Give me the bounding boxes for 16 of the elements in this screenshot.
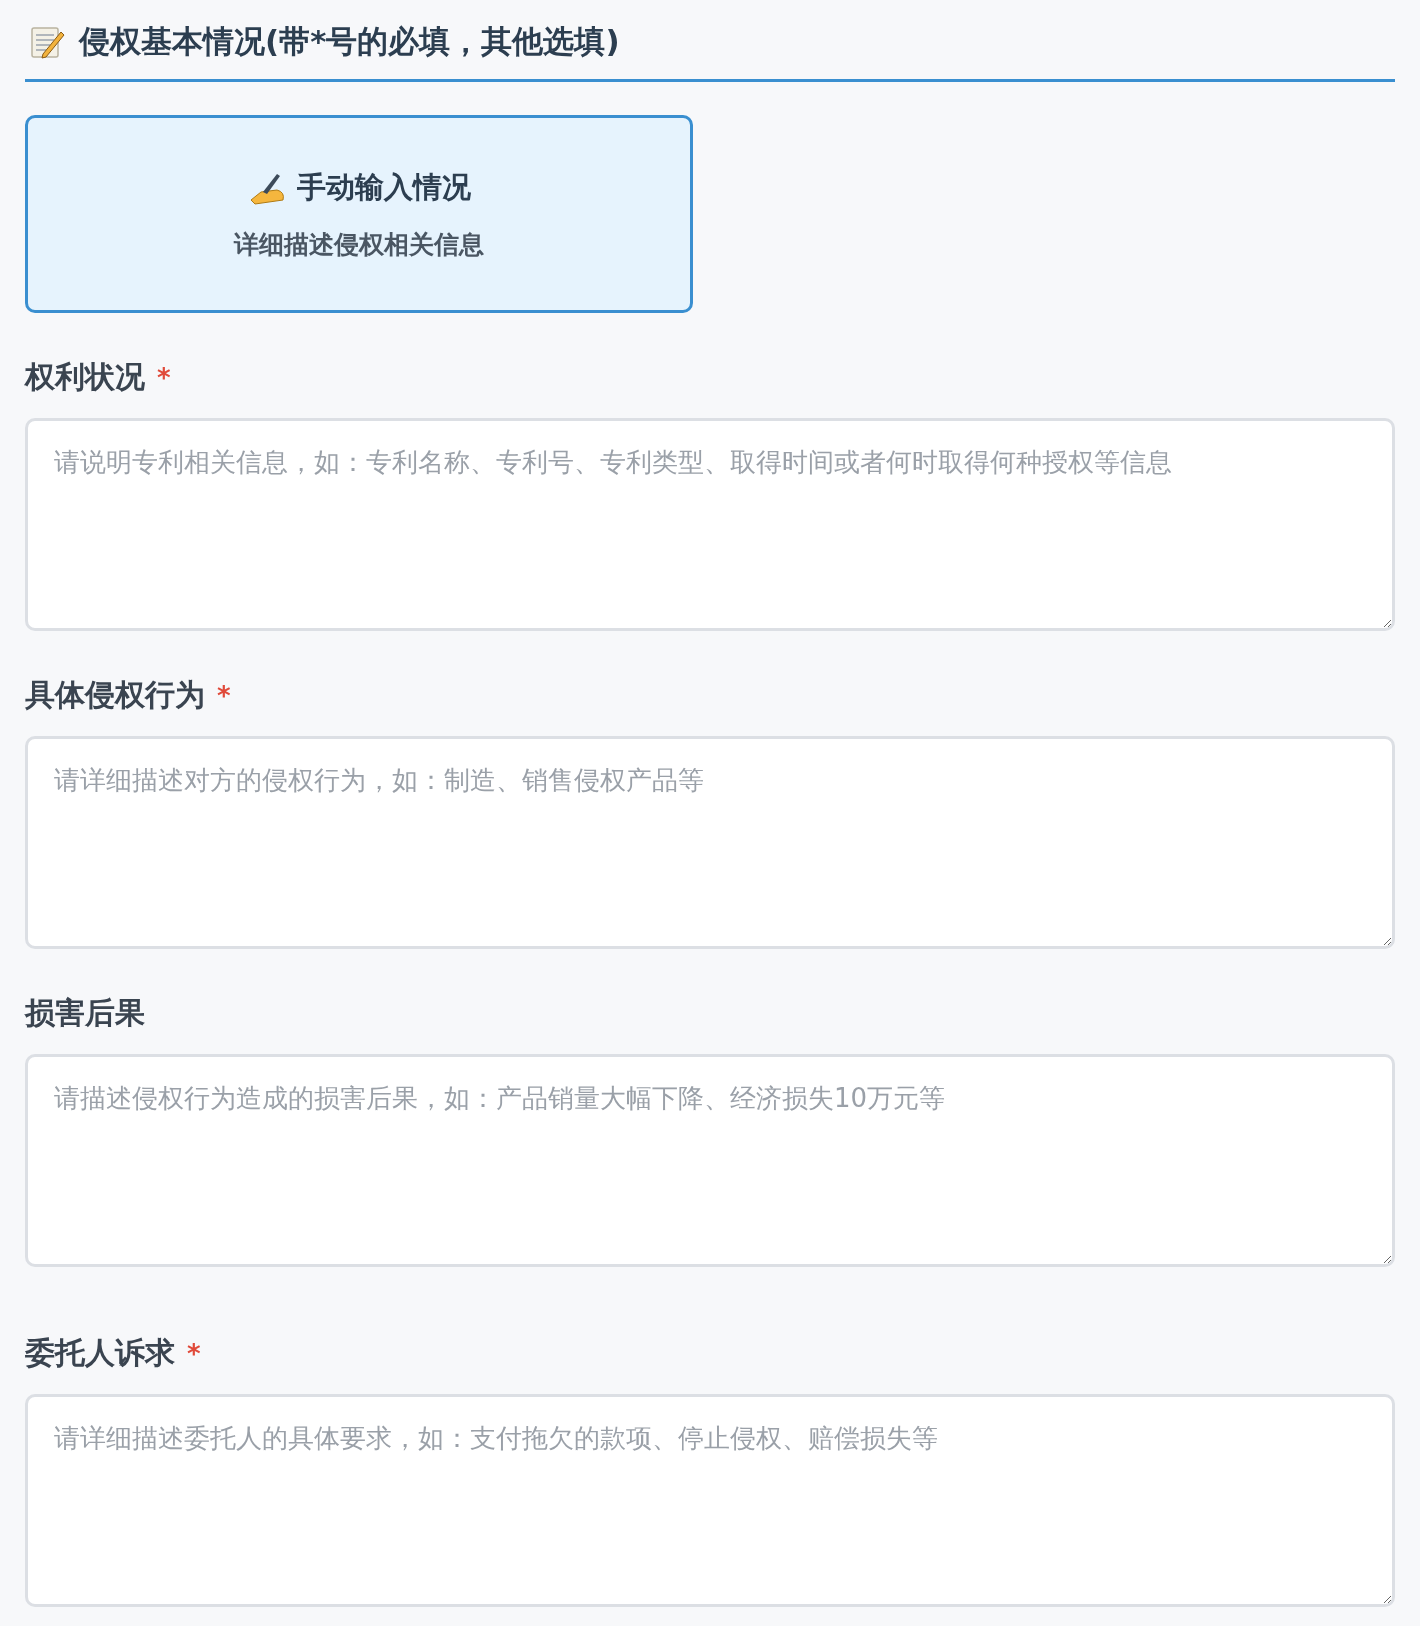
field-label: 损害后果	[25, 994, 145, 1032]
required-mark: *	[187, 1338, 201, 1369]
card-subtitle: 详细描述侵权相关信息	[234, 228, 484, 261]
text-area[interactable]: 请说明专利相关信息，如：专利名称、专利号、专利类型、取得时间或者何时取得何种授权等信息	[25, 418, 1395, 631]
section-title: 侵权基本情况(带*号的必填，其他选填)	[79, 22, 620, 61]
text-area[interactable]: 请描述侵权行为造成的损害后果，如：产品销量大幅下降、经济损失10万元等	[25, 1054, 1395, 1267]
required-mark: *	[157, 362, 171, 393]
text-area[interactable]: 请详细描述委托人的具体要求，如：支付拖欠的款项、停止侵权、赔偿损失等	[25, 1394, 1395, 1607]
card-title: 手动输入情况	[297, 168, 471, 206]
field-label: 权利状况	[25, 358, 145, 396]
required-mark: *	[217, 680, 231, 711]
mode-card[interactable]: 手动输入情况 详细描述侵权相关信息	[25, 115, 693, 313]
text-area[interactable]: 请详细描述对方的侵权行为，如：制造、销售侵权产品等	[25, 736, 1395, 949]
field-label: 具体侵权行为	[25, 676, 205, 714]
memo-icon	[29, 24, 65, 60]
field-label: 委托人诉求	[25, 1334, 175, 1372]
